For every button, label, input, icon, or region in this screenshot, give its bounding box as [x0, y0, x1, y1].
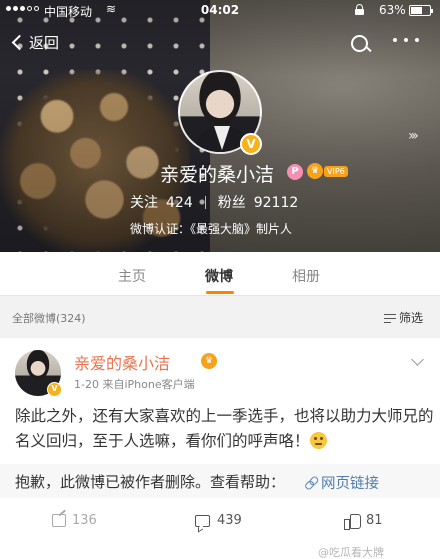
active-tab-indicator [206, 291, 234, 294]
follow-stats: 关注 424 粉丝 92112 [130, 192, 298, 212]
tab-home[interactable]: 主页 [118, 266, 146, 286]
share-count: 136 [72, 513, 97, 528]
crown-icon[interactable]: ♛ [201, 353, 217, 369]
thumbs-up-icon [344, 513, 361, 530]
divider [204, 195, 206, 209]
post-author-name[interactable]: 亲爱的桑小洁 [74, 350, 170, 374]
battery-percent: 63% [379, 3, 406, 17]
filter-icon [384, 313, 396, 323]
tab-album[interactable]: 相册 [292, 266, 320, 286]
watermark: @吃瓜看大牌 [318, 546, 384, 559]
profile-tabs: 主页 微博 相册 [0, 252, 440, 296]
verified-badge-icon: V [47, 382, 62, 397]
filter-label: 筛选 [399, 311, 424, 325]
filter-bar: 全部微博(324) 筛选 [0, 302, 440, 332]
fans-label: 粉丝 [217, 195, 246, 211]
all-posts-count: 全部微博(324) [12, 312, 86, 325]
search-icon[interactable] [349, 33, 373, 57]
post-meta: 1-20 来自iPhone客户端 [74, 378, 195, 391]
like-button[interactable]: 81 [344, 513, 383, 530]
more-icon[interactable] [393, 38, 419, 42]
verification-info: 微博认证：《最强大脑》制片人 [130, 222, 293, 236]
tab-weibo[interactable]: 微博 [205, 266, 233, 286]
share-button[interactable]: 136 [52, 513, 97, 528]
back-button[interactable]: 返回 [8, 32, 59, 53]
post-card: V 亲爱的桑小洁 ♛ 1-20 来自iPhone客户端 除此之外，还有大家喜欢的… [0, 338, 440, 559]
fans-link[interactable]: 粉丝 92112 [218, 192, 299, 212]
battery-icon [409, 5, 433, 16]
like-count: 81 [366, 513, 383, 528]
back-label: 返回 [29, 34, 60, 52]
p-badge-icon[interactable]: P [287, 164, 303, 180]
weibo-profile-page: 中国移动 ≋ 04:02 63% 返回 V 亲爱的桑小洁 P ♛ VIP6 关注… [0, 0, 440, 559]
thinking-emoji-icon [309, 432, 327, 449]
deleted-notice: 抱歉，此微博已被作者删除。查看帮助： [15, 473, 286, 491]
filter-button[interactable]: 筛选 [384, 309, 423, 326]
comment-count: 439 [217, 513, 242, 528]
following-link[interactable]: 关注 424 [130, 192, 193, 212]
vip-badge[interactable]: ♛ VIP6 [307, 163, 348, 179]
post-text[interactable]: 除此之外，还有大家喜欢的上一季选手，也将以助力大师兄的名义回归，至于人选嘛，看你… [15, 404, 435, 454]
comment-icon [195, 514, 210, 527]
link-icon [303, 474, 320, 491]
verified-badge-icon: V [240, 133, 262, 155]
double-chevron-right-icon[interactable]: ››› [408, 128, 419, 144]
vip-level: VIP6 [324, 165, 348, 177]
following-count: 424 [166, 195, 193, 211]
deleted-repost-box[interactable]: 抱歉，此微博已被作者删除。查看帮助： 网页链接 [0, 464, 440, 498]
post-body: 除此之外，还有大家喜欢的上一季选手，也将以助力大师兄的名义回归，至于人选嘛，看你… [15, 407, 434, 450]
status-bar: 中国移动 ≋ 04:02 63% [0, 0, 440, 22]
chevron-down-icon[interactable] [411, 353, 424, 366]
web-link[interactable]: 网页链接 [305, 472, 379, 493]
comment-button[interactable]: 439 [195, 513, 242, 528]
share-icon [52, 514, 66, 527]
fans-count: 92112 [253, 195, 299, 211]
profile-name: 亲爱的桑小洁 [160, 164, 275, 186]
clock: 04:02 [200, 3, 240, 17]
chevron-left-icon [11, 34, 28, 51]
crown-icon: ♛ [307, 163, 323, 179]
web-link-label: 网页链接 [321, 476, 379, 492]
post-actions: 136 439 81 [0, 504, 440, 540]
following-label: 关注 [130, 195, 158, 211]
orientation-lock-icon [355, 4, 364, 15]
